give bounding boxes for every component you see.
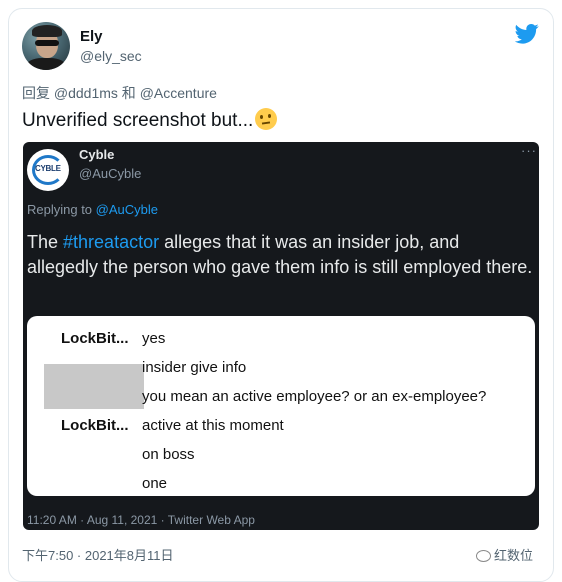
embedded-tweet-text: The #threatactor alleges that it was an … <box>27 230 533 280</box>
chat-sender: LockBit... <box>61 330 129 347</box>
hashtag-threatactor: #threatactor <box>63 232 160 252</box>
chat-message: yes <box>142 330 166 347</box>
author-avatar[interactable] <box>22 22 70 70</box>
cyble-logo-text: CYBLE <box>35 164 61 173</box>
wechat-icon <box>476 550 491 562</box>
embedded-replying: Replying to @AuCyble <box>27 202 158 217</box>
redacted-block <box>44 364 144 409</box>
embedded-text-before: The <box>27 232 64 252</box>
chat-message: active at this moment <box>142 417 284 434</box>
chat-sender: LockBit... <box>61 417 129 434</box>
author-name[interactable]: Ely <box>80 28 103 45</box>
reply-mentions[interactable]: @ddd1ms 和 @Accenture <box>54 85 217 101</box>
chat-message: insider give info <box>142 359 247 376</box>
author-handle[interactable]: @ely_sec <box>80 48 142 64</box>
chat-image: LockBit... yes insider give info you mea… <box>27 316 535 496</box>
embedded-screenshot[interactable]: CYBLE Cyble @AuCyble ··· Replying to @Au… <box>23 142 539 530</box>
watermark-text: 红数位 <box>494 548 534 563</box>
twitter-bird-icon[interactable] <box>515 24 539 44</box>
embedded-footer: 11:20 AM · Aug 11, 2021 · Twitter Web Ap… <box>27 513 255 527</box>
chat-message: you mean an active employee? or an ex-em… <box>142 388 487 405</box>
embedded-author-handle: @AuCyble <box>79 166 142 181</box>
chat-message: one <box>142 475 168 492</box>
replying-prefix: Replying to <box>27 202 93 217</box>
tweet-body: Unverified screenshot but... <box>22 110 254 131</box>
watermark: 红数位 <box>476 545 533 564</box>
cyble-logo-icon: CYBLE <box>27 149 69 191</box>
thinking-face-icon <box>255 108 278 130</box>
tweet-timestamp[interactable]: 下午7:50 · 2021年8月11日 <box>22 545 174 564</box>
reply-context: 回复 @ddd1ms 和 @Accenture <box>22 83 217 103</box>
reply-prefix: 回复 <box>22 85 50 101</box>
replying-mention: @AuCyble <box>95 202 159 217</box>
tweet-text: Unverified screenshot but... <box>22 108 278 132</box>
chat-message: on boss <box>142 446 195 463</box>
embedded-author-name: Cyble <box>79 147 115 162</box>
more-options-icon: ··· <box>521 143 537 158</box>
